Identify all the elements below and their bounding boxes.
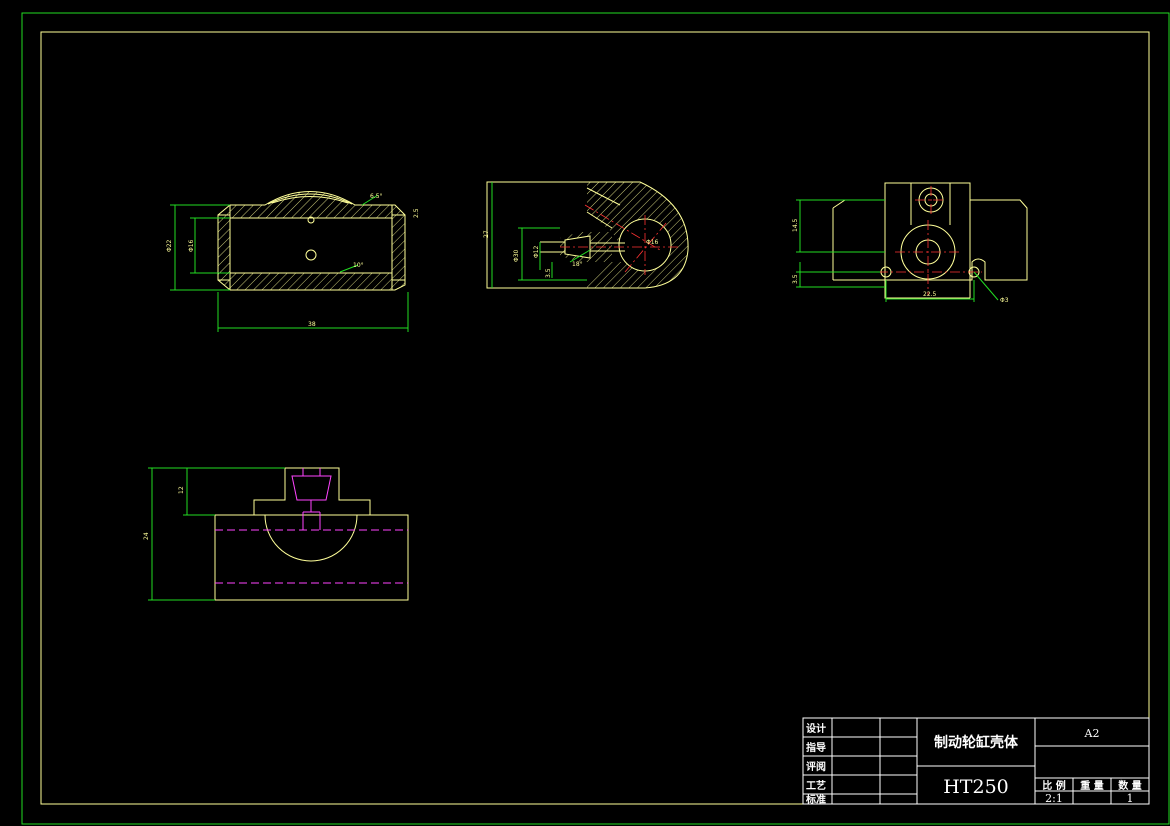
section-view: 27 Φ30 Φ12 Φ16 3.5 18° (483, 181, 689, 289)
role-review: 评阅 (806, 760, 826, 773)
role-design: 设计 (806, 722, 826, 735)
dim-side-lower-height: 3.5 (792, 274, 799, 284)
scale-header: 比 例 (1042, 779, 1065, 792)
side-view: 14.5 3.5 22.5 Φ3 (792, 182, 1028, 304)
bottom-view: 24 12 (143, 467, 409, 601)
dim-section-slope: 18° (572, 261, 583, 268)
front-view: 38 Φ22 Φ16 6.5° 10° 2.5 (166, 191, 420, 332)
sheet-size: A2 (1084, 727, 1100, 740)
role-guide: 指导 (806, 741, 826, 754)
dim-section-height: 27 (483, 230, 490, 238)
part-name: 制动轮缸壳体 (934, 734, 1019, 751)
role-process: 工艺 (806, 779, 826, 792)
dim-front-edge: 2.5 (413, 208, 420, 218)
dim-side-hole: Φ3 (1000, 297, 1009, 304)
material: HT250 (943, 776, 1009, 798)
role-standard: 标准 (805, 793, 826, 806)
dim-front-outer-dia: Φ22 (166, 239, 173, 252)
dim-side-width: 22.5 (923, 291, 937, 298)
scale-value: 2:1 (1045, 792, 1063, 805)
dim-section-bore: Φ30 (513, 249, 520, 262)
outer-border (21, 12, 1170, 825)
weight-header: 重 量 (1080, 779, 1103, 792)
dim-front-slope: 6.5° (370, 193, 383, 200)
dim-bottom-height: 24 (143, 532, 150, 540)
quantity-value: 1 (1127, 792, 1134, 805)
dim-section-small-len: 3.5 (545, 268, 552, 278)
dim-bottom-offset: 12 (178, 486, 185, 494)
cad-drawing: 38 Φ22 Φ16 6.5° 10° 2.5 27 Φ30 Φ12 Φ16 3… (21, 12, 1170, 825)
inner-frame (40, 31, 1150, 805)
quantity-header: 数 量 (1118, 779, 1141, 792)
dim-front-inner-dia: Φ16 (188, 239, 195, 252)
title-block: 设计 指导 评阅 工艺 标准 制动轮缸壳体 HT250 A2 比 例 重 量 数… (802, 717, 1150, 806)
dim-front-chamfer: 10° (353, 262, 364, 269)
dim-front-width: 38 (308, 321, 316, 328)
dim-section-small-dia: Φ12 (533, 245, 540, 258)
dim-section-cone: Φ16 (646, 239, 659, 246)
dim-side-upper-height: 14.5 (792, 218, 799, 232)
